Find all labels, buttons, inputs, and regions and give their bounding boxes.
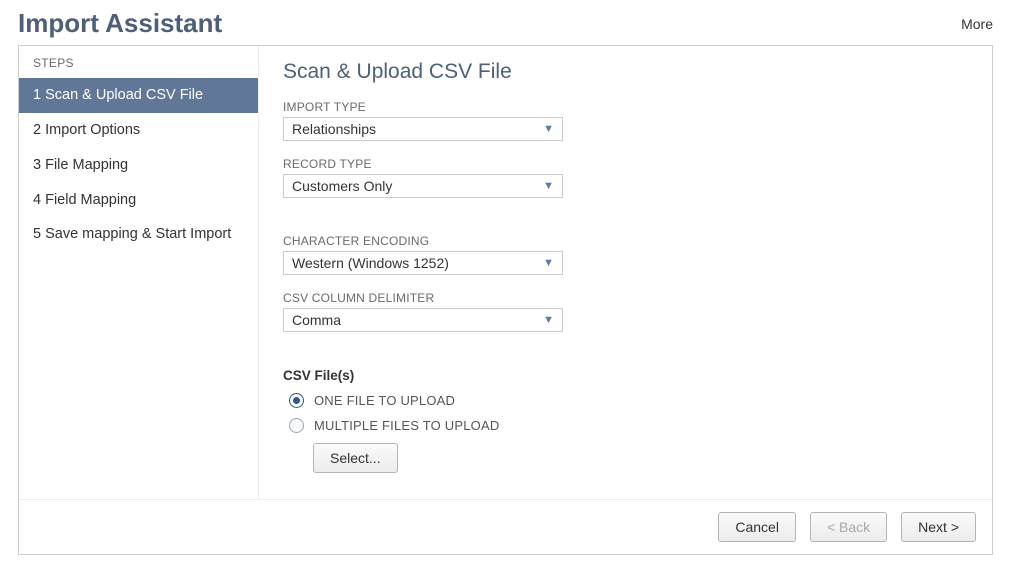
next-button[interactable]: Next > xyxy=(901,512,976,542)
import-type-value: Relationships xyxy=(292,121,376,137)
wizard-footer: Cancel < Back Next > xyxy=(19,499,992,554)
step-heading: Scan & Upload CSV File xyxy=(283,60,968,84)
steps-sidebar: STEPS 1 Scan & Upload CSV File 2 Import … xyxy=(19,46,259,499)
wizard-panel: STEPS 1 Scan & Upload CSV File 2 Import … xyxy=(18,45,993,555)
step-4-field-mapping[interactable]: 4 Field Mapping xyxy=(19,183,258,218)
select-file-button[interactable]: Select... xyxy=(313,443,398,473)
import-type-label: IMPORT TYPE xyxy=(283,100,968,114)
back-button[interactable]: < Back xyxy=(810,512,887,542)
step-1-scan-upload[interactable]: 1 Scan & Upload CSV File xyxy=(19,78,258,113)
step-5-save-start[interactable]: 5 Save mapping & Start Import xyxy=(19,217,258,252)
chevron-down-icon: ▼ xyxy=(543,314,554,326)
one-file-radio[interactable] xyxy=(289,393,304,408)
csv-files-label: CSV File(s) xyxy=(283,368,968,383)
steps-heading: STEPS xyxy=(19,46,258,78)
main-content: Scan & Upload CSV File IMPORT TYPE Relat… xyxy=(259,46,992,499)
record-type-value: Customers Only xyxy=(292,178,392,194)
multiple-files-radio[interactable] xyxy=(289,418,304,433)
record-type-select[interactable]: Customers Only ▼ xyxy=(283,174,563,198)
chevron-down-icon: ▼ xyxy=(543,123,554,135)
delimiter-value: Comma xyxy=(292,312,341,328)
cancel-button[interactable]: Cancel xyxy=(718,512,796,542)
page-title: Import Assistant xyxy=(18,8,222,39)
multiple-files-label: MULTIPLE FILES TO UPLOAD xyxy=(314,418,499,433)
chevron-down-icon: ▼ xyxy=(543,257,554,269)
encoding-select[interactable]: Western (Windows 1252) ▼ xyxy=(283,251,563,275)
one-file-label: ONE FILE TO UPLOAD xyxy=(314,393,455,408)
chevron-down-icon: ▼ xyxy=(543,180,554,192)
delimiter-select[interactable]: Comma ▼ xyxy=(283,308,563,332)
record-type-label: RECORD TYPE xyxy=(283,157,968,171)
step-3-file-mapping[interactable]: 3 File Mapping xyxy=(19,148,258,183)
delimiter-label: CSV COLUMN DELIMITER xyxy=(283,291,968,305)
encoding-value: Western (Windows 1252) xyxy=(292,255,449,271)
import-type-select[interactable]: Relationships ▼ xyxy=(283,117,563,141)
encoding-label: CHARACTER ENCODING xyxy=(283,234,968,248)
step-2-import-options[interactable]: 2 Import Options xyxy=(19,113,258,148)
more-link[interactable]: More xyxy=(961,16,993,32)
